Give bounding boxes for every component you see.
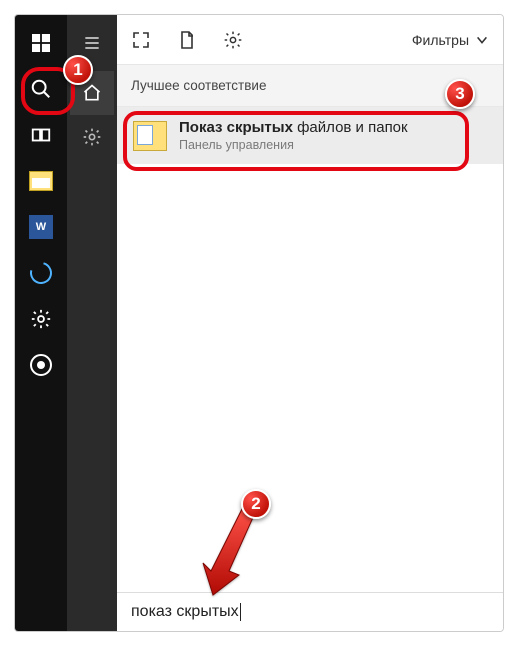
- result-title: Показ скрытых файлов и папок: [179, 119, 408, 136]
- record-button[interactable]: [19, 343, 63, 387]
- panel-toolbar: Фильтры: [117, 15, 503, 65]
- document-icon[interactable]: [177, 30, 197, 50]
- filters-dropdown[interactable]: Фильтры: [412, 32, 489, 48]
- explorer-button[interactable]: [19, 159, 63, 203]
- expand-icon[interactable]: [131, 30, 151, 50]
- settings-tab[interactable]: [70, 115, 114, 159]
- search-button[interactable]: [19, 67, 63, 111]
- settings-icon[interactable]: [223, 30, 243, 50]
- word-button[interactable]: W: [19, 205, 63, 249]
- search-input[interactable]: показ скрытых: [117, 592, 503, 631]
- record-icon: [30, 354, 52, 376]
- task-view-button[interactable]: [19, 113, 63, 157]
- update-button[interactable]: [19, 251, 63, 295]
- menu-button[interactable]: [70, 21, 114, 65]
- search-panel: Фильтры Лучшее соответствие Показ скрыты…: [117, 15, 503, 631]
- folder-options-icon: [133, 121, 167, 151]
- home-tab[interactable]: [70, 71, 114, 115]
- word-icon: W: [29, 215, 53, 239]
- windows-taskbar: W: [15, 15, 67, 631]
- result-subtitle: Панель управления: [179, 138, 408, 152]
- settings-button[interactable]: [19, 297, 63, 341]
- chevron-down-icon: [475, 33, 489, 47]
- update-icon: [26, 258, 56, 288]
- filters-label: Фильтры: [412, 32, 469, 48]
- explorer-icon: [29, 171, 53, 191]
- search-sidebar: [67, 15, 117, 631]
- search-result-item[interactable]: Показ скрытых файлов и папок Панель упра…: [117, 107, 503, 164]
- best-match-header: Лучшее соответствие: [117, 65, 503, 107]
- start-button[interactable]: [19, 21, 63, 65]
- search-input-text: показ скрытых: [131, 603, 239, 620]
